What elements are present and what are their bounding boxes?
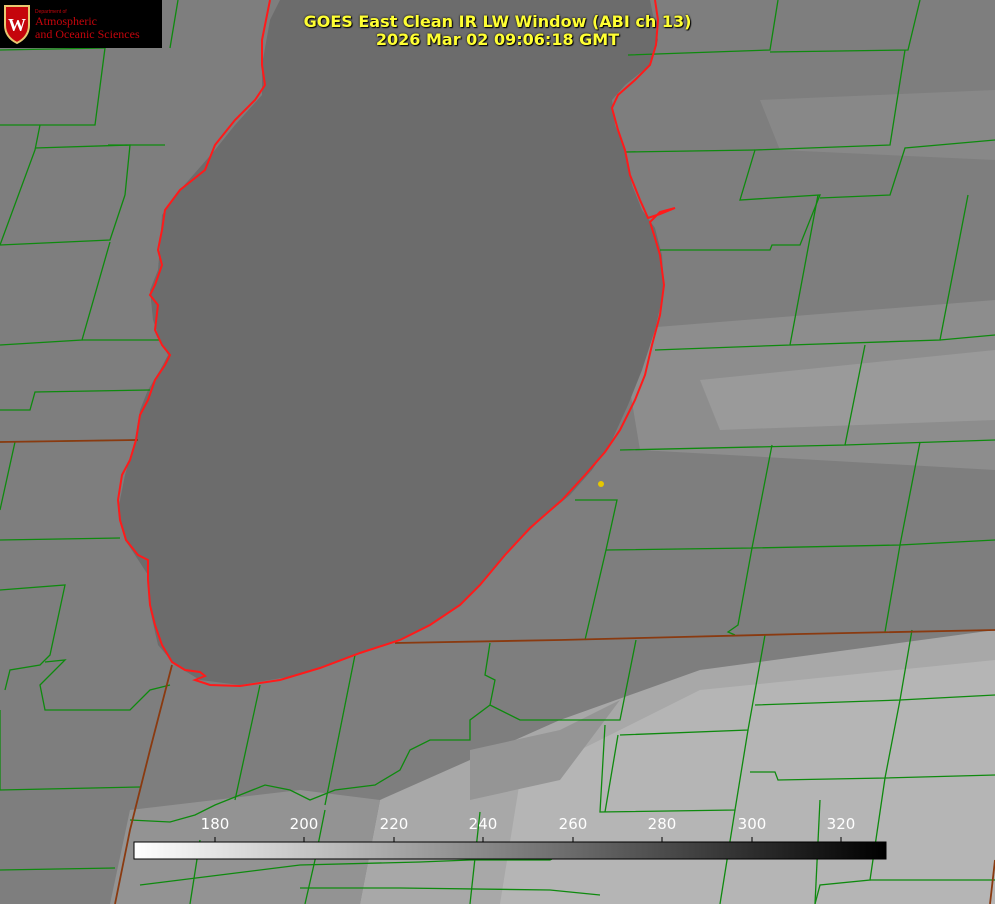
colorbar-tick-label: 320	[826, 815, 856, 833]
satellite-map	[0, 0, 995, 904]
image-timestamp: 2026 Mar 02 09:06:18 GMT	[375, 30, 620, 49]
colorbar-tick-label: 220	[379, 815, 409, 833]
colorbar-tick-label: 300	[737, 815, 767, 833]
colorbar-tick-label: 200	[289, 815, 319, 833]
cloud-band-northeast	[760, 90, 995, 160]
location-marker	[598, 481, 604, 487]
colorbar-tick-label: 260	[558, 815, 588, 833]
colorbar-tick-label: 280	[647, 815, 677, 833]
image-title: GOES East Clean IR LW Window (ABI ch 13)	[303, 12, 692, 31]
colorbar-tick-label: 240	[468, 815, 498, 833]
colorbar-tick-label: 180	[200, 815, 230, 833]
colorbar	[133, 841, 887, 860]
